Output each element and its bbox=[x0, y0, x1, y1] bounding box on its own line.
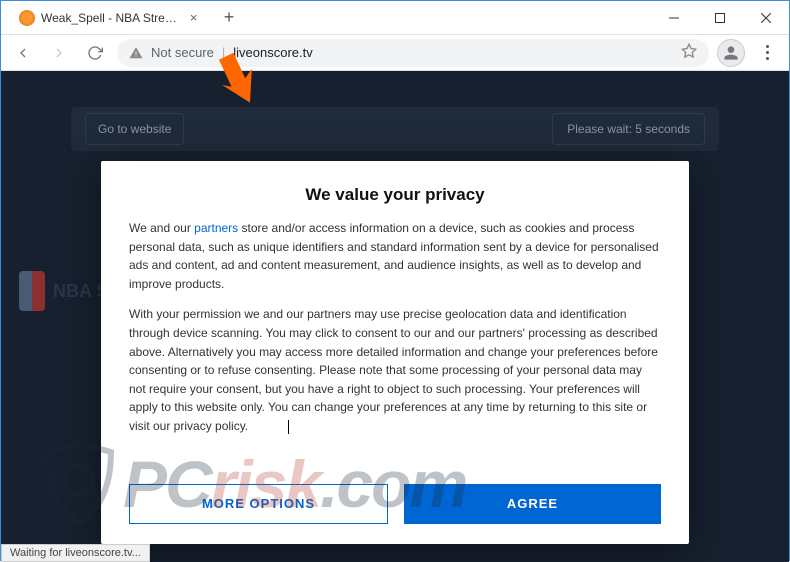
more-options-button[interactable]: MORE OPTIONS bbox=[129, 484, 388, 524]
browser-tab[interactable]: Weak_Spell - NBA Streams, NFL S × bbox=[9, 3, 209, 33]
bookmark-star-icon[interactable] bbox=[681, 43, 697, 62]
new-tab-button[interactable]: + bbox=[215, 4, 243, 32]
nba-icon bbox=[19, 271, 45, 311]
reload-button[interactable] bbox=[81, 39, 109, 67]
modal-paragraph-2: With your permission we and our partners… bbox=[129, 305, 661, 435]
text-cursor-icon bbox=[288, 420, 289, 434]
partners-link[interactable]: partners bbox=[194, 221, 238, 235]
para1-before: We and our bbox=[129, 221, 194, 235]
not-secure-icon bbox=[129, 46, 143, 60]
profile-avatar[interactable] bbox=[717, 39, 745, 67]
para2-text: With your permission we and our partners… bbox=[129, 307, 658, 433]
security-label: Not secure bbox=[151, 45, 214, 60]
address-bar: Not secure | liveonscore.tv bbox=[1, 35, 789, 71]
close-window-button[interactable] bbox=[743, 1, 789, 35]
page-viewport: Go to website Please wait: 5 seconds NBA… bbox=[1, 71, 789, 562]
url-separator: | bbox=[222, 45, 225, 60]
maximize-button[interactable] bbox=[697, 1, 743, 35]
back-button[interactable] bbox=[9, 39, 37, 67]
window-controls bbox=[651, 1, 789, 35]
url-text: liveonscore.tv bbox=[233, 45, 312, 60]
status-bar: Waiting for liveonscore.tv... bbox=[1, 544, 150, 562]
privacy-modal: We value your privacy We and our partner… bbox=[101, 161, 689, 544]
minimize-button[interactable] bbox=[651, 1, 697, 35]
url-box[interactable]: Not secure | liveonscore.tv bbox=[117, 39, 709, 67]
browser-titlebar: Weak_Spell - NBA Streams, NFL S × + bbox=[1, 1, 789, 35]
favicon-icon bbox=[19, 10, 35, 26]
agree-button[interactable]: AGREE bbox=[404, 484, 661, 524]
menu-button[interactable] bbox=[753, 39, 781, 67]
forward-button[interactable] bbox=[45, 39, 73, 67]
modal-title: We value your privacy bbox=[129, 185, 661, 205]
please-wait-label: Please wait: 5 seconds bbox=[552, 113, 705, 145]
tab-title: Weak_Spell - NBA Streams, NFL S bbox=[41, 11, 182, 25]
interstitial-bar: Go to website Please wait: 5 seconds bbox=[71, 107, 719, 151]
modal-paragraph-1: We and our partners store and/or access … bbox=[129, 219, 661, 293]
modal-actions: MORE OPTIONS AGREE bbox=[129, 484, 661, 524]
close-tab-icon[interactable]: × bbox=[188, 11, 199, 25]
go-to-website-button[interactable]: Go to website bbox=[85, 113, 184, 145]
